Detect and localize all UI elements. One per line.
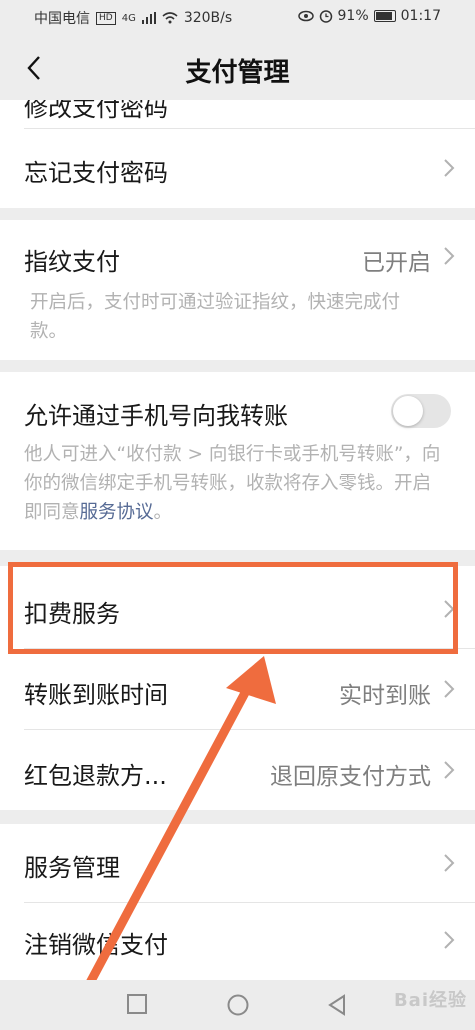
service-agreement-link[interactable]: 服务协议 — [80, 502, 154, 523]
nav-bar: 支付管理 — [0, 34, 475, 100]
phone-transfer-label: 允许通过手机号向我转账 — [24, 402, 288, 430]
watermark: Bai经验 — [393, 990, 467, 1011]
phone-transfer-description: 他人可进入“收付款 > 向银行卡或手机号转账”，向你的微信绑定手机号转账，收款将… — [24, 440, 444, 527]
back-triangle-icon[interactable] — [326, 993, 348, 1017]
red-packet-refund-label: 红包退款方... — [24, 762, 167, 790]
modify-password-label: 修改支付密码 — [24, 100, 168, 122]
forgot-password-row[interactable]: 忘记支付密码 — [0, 129, 475, 208]
chevron-right-icon — [444, 680, 455, 698]
phone-transfer-group: 允许通过手机号向我转账 他人可进入“收付款 > 向银行卡或手机号转账”，向你的微… — [0, 372, 475, 550]
transfer-time-value: 实时到账 — [339, 683, 431, 709]
desc-end: 。 — [153, 502, 173, 523]
red-packet-refund-value: 退回原支付方式 — [270, 764, 431, 790]
alarm-icon — [319, 10, 332, 23]
chevron-right-icon — [444, 761, 455, 779]
status-bar: 中国电信 HD 4G 320B/s 91% 01:17 — [0, 0, 475, 34]
modify-password-row[interactable]: 修改支付密码 — [0, 100, 475, 128]
time-text: 01:17 — [400, 8, 441, 24]
system-nav-bar: Bai经验 — [0, 980, 475, 1030]
signal-icon — [141, 12, 156, 24]
settings-list[interactable]: 修改支付密码 忘记支付密码 指纹支付 已开启 开启后，支付时可通过验证指纹，快速… — [0, 100, 475, 980]
page-title: 支付管理 — [185, 58, 290, 88]
chevron-right-icon — [444, 931, 455, 949]
fingerprint-label: 指纹支付 — [24, 248, 120, 276]
phone-transfer-row: 允许通过手机号向我转账 — [0, 372, 475, 444]
chevron-right-icon — [444, 854, 455, 872]
chevron-right-icon — [444, 159, 455, 177]
fingerprint-status: 已开启 — [362, 250, 431, 276]
eye-icon — [297, 10, 314, 22]
deduction-services-row[interactable]: 扣费服务 — [0, 566, 475, 648]
hd-badge: HD — [96, 11, 116, 25]
management-group: 服务管理 注销微信支付 — [0, 824, 475, 980]
carrier-text: 中国电信 — [34, 11, 90, 27]
battery-text: 91% — [337, 8, 369, 24]
transfer-time-row[interactable]: 转账到账时间 实时到账 — [0, 649, 475, 729]
recent-apps-icon[interactable] — [126, 993, 148, 1015]
fingerprint-row[interactable]: 指纹支付 已开启 — [0, 220, 475, 290]
deduction-services-label: 扣费服务 — [24, 600, 120, 628]
cancel-wechat-pay-label: 注销微信支付 — [24, 931, 168, 959]
chevron-right-icon — [444, 600, 455, 618]
fingerprint-group: 指纹支付 已开启 开启后，支付时可通过验证指纹，快速完成付款。 — [0, 220, 475, 360]
transfer-time-label: 转账到账时间 — [24, 681, 168, 709]
fingerprint-description: 开启后，支付时可通过验证指纹，快速完成付款。 — [30, 292, 401, 342]
phone-transfer-toggle[interactable] — [391, 394, 451, 428]
red-packet-refund-row[interactable]: 红包退款方... 退回原支付方式 — [0, 730, 475, 810]
service-management-label: 服务管理 — [24, 854, 120, 882]
service-management-row[interactable]: 服务管理 — [0, 824, 475, 902]
battery-icon — [373, 10, 396, 22]
home-icon[interactable] — [226, 993, 250, 1017]
forgot-password-label: 忘记支付密码 — [24, 159, 168, 187]
speed-text: 320B/s — [183, 10, 233, 26]
toggle-knob — [393, 396, 423, 426]
chevron-right-icon — [444, 247, 455, 265]
cancel-wechat-pay-row[interactable]: 注销微信支付 — [0, 903, 475, 980]
service-group: 扣费服务 转账到账时间 实时到账 红包退款方... 退回原支付方式 — [0, 566, 475, 810]
password-group: 修改支付密码 忘记支付密码 — [0, 100, 475, 208]
network-text: 4G — [121, 12, 136, 24]
wifi-icon — [162, 12, 178, 24]
